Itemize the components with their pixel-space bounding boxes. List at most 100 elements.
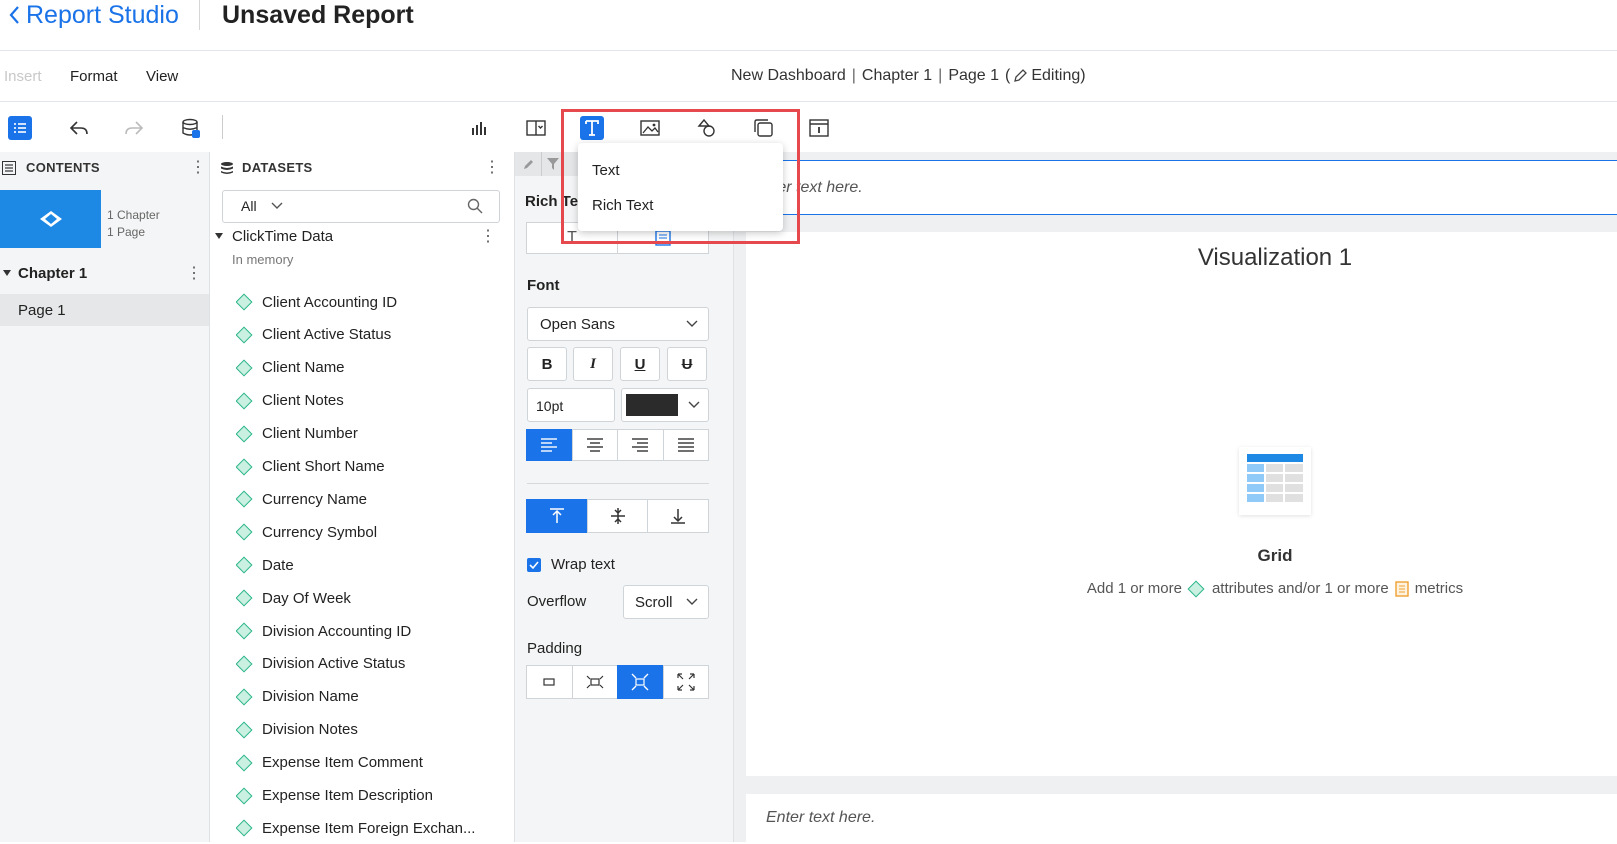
metric-icon <box>1395 581 1409 597</box>
attribute-label: Client Short Name <box>262 458 385 475</box>
text-icon <box>581 117 603 139</box>
overflow-select[interactable]: Scroll <box>623 585 709 619</box>
menu-view[interactable]: View <box>146 51 178 101</box>
datasets-menu-icon[interactable]: ⋮ <box>484 157 500 177</box>
filter-icon[interactable] <box>547 158 559 170</box>
attribute-item[interactable]: Client Notes <box>236 385 496 417</box>
align-right-button[interactable] <box>617 429 664 461</box>
attribute-item[interactable]: Client Accounting ID <box>236 286 496 318</box>
align-top-button[interactable] <box>526 499 588 533</box>
attribute-item[interactable]: Currency Symbol <box>236 516 496 548</box>
menu-format[interactable]: Format <box>70 51 118 101</box>
page-row[interactable]: Page 1 <box>0 294 209 326</box>
dataset-search-box[interactable]: All <box>222 190 500 223</box>
attribute-item[interactable]: Expense Item Description <box>236 780 496 812</box>
italic-button[interactable]: I <box>573 347 613 381</box>
insert-text-button[interactable] <box>580 116 604 140</box>
back-to-report-studio-link[interactable]: Report Studio <box>8 0 179 30</box>
pencil-icon[interactable] <box>523 158 535 170</box>
padding-large-button[interactable] <box>663 665 710 699</box>
dataset-menu-icon[interactable]: ⋮ <box>480 226 496 246</box>
align-center-icon <box>586 437 604 453</box>
font-color-swatch <box>626 394 678 416</box>
search-icon[interactable] <box>467 198 483 214</box>
list-icon <box>2 161 16 175</box>
data-source-button[interactable] <box>178 115 204 141</box>
toolbar-divider <box>222 115 223 139</box>
page-count: 1 Page <box>107 225 145 239</box>
attribute-item[interactable]: Expense Item Comment <box>236 747 496 779</box>
attribute-item[interactable]: Client Short Name <box>236 451 496 483</box>
visualization-container[interactable]: Visualization 1 Grid Add 1 or more attri… <box>746 232 1617 776</box>
wrap-text-checkbox[interactable] <box>527 558 541 572</box>
text-box-bottom[interactable]: Enter text here. <box>746 794 1617 842</box>
empty-state-title: Grid <box>746 546 1617 566</box>
dashboard-canvas: nter text here. Visualization 1 Grid Add… <box>734 152 1617 842</box>
align-justify-button[interactable] <box>663 429 710 461</box>
attribute-icon <box>1187 580 1204 597</box>
panel-dropdown-icon <box>525 117 547 139</box>
font-color-picker[interactable] <box>621 388 709 422</box>
list-icon <box>9 117 31 139</box>
align-left-icon <box>540 437 558 453</box>
font-family-select[interactable]: Open Sans <box>527 307 709 341</box>
attribute-item[interactable]: Date <box>236 549 496 581</box>
align-left-button[interactable] <box>526 429 573 461</box>
wrap-text-row[interactable]: Wrap text <box>527 556 615 573</box>
attribute-item[interactable]: Division Accounting ID <box>236 615 496 647</box>
format-section-title: Rich Te <box>525 193 578 210</box>
attribute-item[interactable]: Expense Item Foreign Exchan... <box>236 812 496 844</box>
font-size-input[interactable]: 10pt <box>527 388 615 422</box>
attribute-item[interactable]: Client Number <box>236 418 496 450</box>
chevron-down-icon <box>688 401 700 409</box>
padding-small-button[interactable] <box>572 665 619 699</box>
attribute-item[interactable]: Currency Name <box>236 483 496 515</box>
attribute-label: Division Active Status <box>262 655 405 672</box>
insert-filter-button[interactable] <box>523 115 549 141</box>
align-right-icon <box>631 437 649 453</box>
padding-small-icon <box>586 673 604 691</box>
vertical-align-group <box>527 499 709 533</box>
dataset-filter-select[interactable]: All <box>241 198 257 214</box>
attribute-item[interactable]: Division Name <box>236 681 496 713</box>
align-middle-button[interactable] <box>587 499 649 533</box>
attribute-label: Currency Name <box>262 491 367 508</box>
redo-button[interactable] <box>121 115 147 141</box>
attribute-icon <box>236 458 252 475</box>
datasets-header: DATASETS <box>220 160 313 175</box>
bold-button[interactable]: B <box>527 347 567 381</box>
insert-image-button[interactable] <box>637 115 663 141</box>
attribute-label: Client Number <box>262 425 358 442</box>
align-center-button[interactable] <box>572 429 619 461</box>
dropdown-item-text[interactable]: Text <box>592 153 620 187</box>
dropdown-item-rich-text[interactable]: Rich Text <box>592 188 653 222</box>
strikethrough-button[interactable]: U <box>667 347 707 381</box>
menu-insert[interactable]: Insert <box>4 51 42 101</box>
undo-button[interactable] <box>66 115 92 141</box>
dashboard-thumbnail[interactable] <box>0 190 101 248</box>
attribute-item[interactable]: Day Of Week <box>236 582 496 614</box>
breadcrumb-state-open: ( <box>1005 67 1010 85</box>
datasets-header-label: DATASETS <box>242 160 313 175</box>
text-placeholder-bottom: Enter text here. <box>766 809 875 827</box>
attribute-label: Division Notes <box>262 721 358 738</box>
contents-menu-icon[interactable]: ⋮ <box>190 157 206 177</box>
insert-info-window-button[interactable] <box>806 115 832 141</box>
underline-button[interactable]: U <box>620 347 660 381</box>
attribute-item[interactable]: Client Active Status <box>236 319 496 351</box>
insert-shape-button[interactable] <box>694 115 720 141</box>
toggle-contents-button[interactable] <box>8 116 32 140</box>
padding-none-button[interactable] <box>526 665 573 699</box>
attribute-item[interactable]: Division Active Status <box>236 648 496 680</box>
chapter-row[interactable]: Chapter 1 ⋮ <box>0 258 209 288</box>
attribute-item[interactable]: Client Name <box>236 352 496 384</box>
align-bottom-button[interactable] <box>647 499 709 533</box>
chapter-menu-icon[interactable]: ⋮ <box>186 263 202 283</box>
attribute-icon <box>236 754 252 771</box>
insert-container-button[interactable] <box>750 115 776 141</box>
insert-visualization-button[interactable] <box>466 115 492 141</box>
dataset-row[interactable]: ClickTime Data <box>214 226 333 246</box>
padding-medium-button[interactable] <box>617 665 664 699</box>
text-box-top[interactable]: nter text here. <box>734 160 1617 215</box>
attribute-item[interactable]: Division Notes <box>236 714 496 746</box>
